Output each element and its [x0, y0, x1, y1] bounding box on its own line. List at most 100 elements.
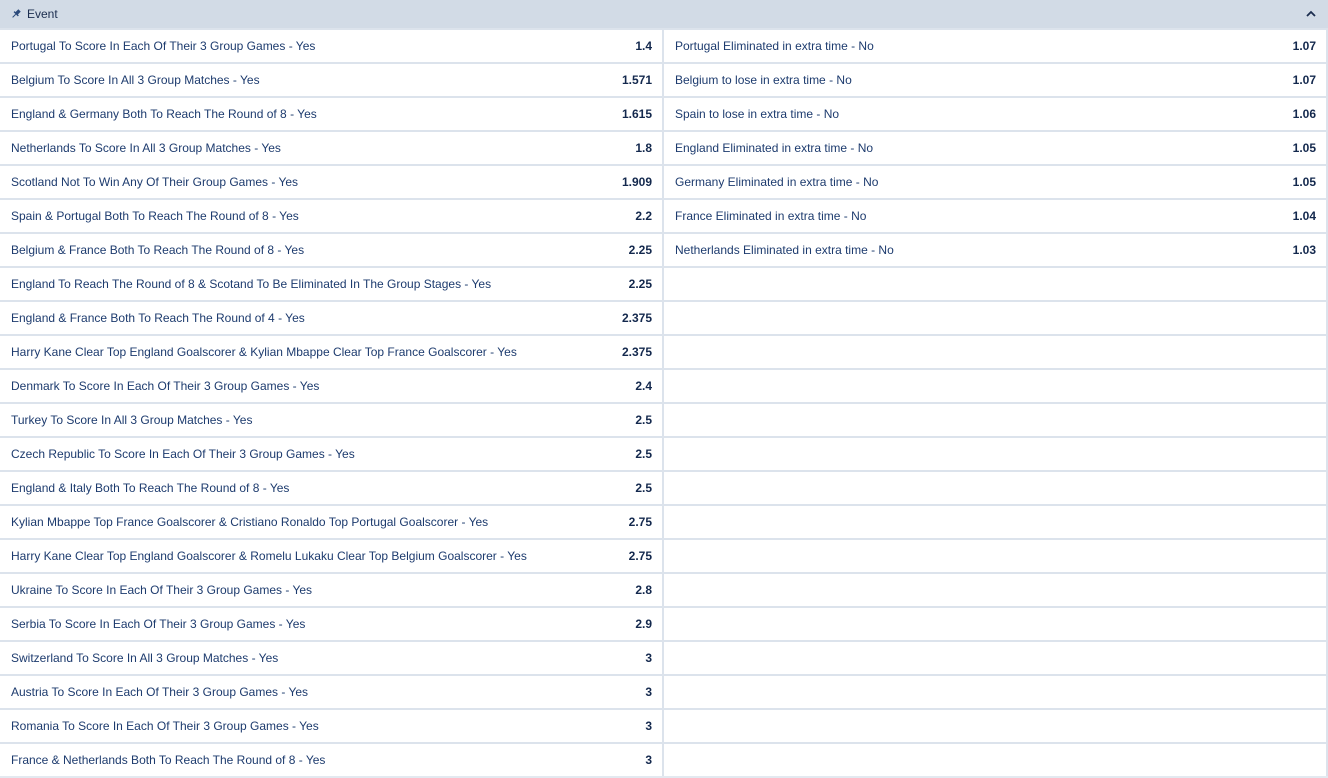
- market-odds[interactable]: 1.05: [1293, 141, 1316, 155]
- market-odds[interactable]: 2.5: [635, 481, 652, 495]
- market-label: England & France Both To Reach The Round…: [11, 311, 305, 325]
- chevron-up-icon[interactable]: [1304, 7, 1318, 21]
- market-row[interactable]: Harry Kane Clear Top England Goalscorer …: [0, 540, 662, 572]
- market-odds[interactable]: 2.75: [629, 549, 652, 563]
- market-odds[interactable]: 1.4: [635, 39, 652, 53]
- market-odds[interactable]: 3: [645, 719, 652, 733]
- market-odds[interactable]: 2.2: [635, 209, 652, 223]
- market-row[interactable]: Serbia To Score In Each Of Their 3 Group…: [0, 608, 662, 640]
- market-row[interactable]: Germany Eliminated in extra time - No 1.0…: [664, 166, 1326, 198]
- market-label: Netherlands Eliminated in extra time - N…: [675, 243, 894, 257]
- market-row[interactable]: Portugal To Score In Each Of Their 3 Gro…: [0, 30, 662, 62]
- event-header[interactable]: Event: [0, 0, 1328, 28]
- market-label: Harry Kane Clear Top England Goalscorer …: [11, 345, 517, 359]
- market-row[interactable]: Spain to lose in extra time - No 1.06: [664, 98, 1326, 130]
- empty-row: [664, 370, 1326, 402]
- empty-row: [664, 608, 1326, 640]
- pin-icon[interactable]: [9, 7, 23, 21]
- market-row[interactable]: Switzerland To Score In All 3 Group Matc…: [0, 642, 662, 674]
- market-row[interactable]: France & Netherlands Both To Reach The R…: [0, 744, 662, 776]
- market-odds[interactable]: 1.571: [622, 73, 652, 87]
- market-odds[interactable]: 1.07: [1293, 73, 1316, 87]
- event-title: Event: [27, 7, 58, 21]
- market-label: England & Italy Both To Reach The Round …: [11, 481, 290, 495]
- empty-row: [664, 574, 1326, 606]
- market-row[interactable]: Netherlands To Score In All 3 Group Matc…: [0, 132, 662, 164]
- market-odds[interactable]: 1.06: [1293, 107, 1316, 121]
- market-odds[interactable]: 1.07: [1293, 39, 1316, 53]
- market-label: Belgium To Score In All 3 Group Matches …: [11, 73, 260, 87]
- market-odds[interactable]: 2.4: [635, 379, 652, 393]
- empty-row: [664, 710, 1326, 742]
- market-odds[interactable]: 2.8: [635, 583, 652, 597]
- market-label: Denmark To Score In Each Of Their 3 Grou…: [11, 379, 320, 393]
- market-label: Belgium to lose in extra time - No: [675, 73, 852, 87]
- market-row[interactable]: France Eliminated in extra time - No 1.04: [664, 200, 1326, 232]
- market-odds[interactable]: 1.04: [1293, 209, 1316, 223]
- market-row[interactable]: Denmark To Score In Each Of Their 3 Grou…: [0, 370, 662, 402]
- market-row[interactable]: Romania To Score In Each Of Their 3 Grou…: [0, 710, 662, 742]
- market-odds[interactable]: 2.5: [635, 413, 652, 427]
- market-row[interactable]: Turkey To Score In All 3 Group Matches -…: [0, 404, 662, 436]
- market-row[interactable]: Portugal Eliminated in extra time - No 1.…: [664, 30, 1326, 62]
- market-label: Portugal To Score In Each Of Their 3 Gro…: [11, 39, 316, 53]
- market-row[interactable]: England & Italy Both To Reach The Round …: [0, 472, 662, 504]
- market-row[interactable]: Austria To Score In Each Of Their 3 Grou…: [0, 676, 662, 708]
- market-label: Austria To Score In Each Of Their 3 Grou…: [11, 685, 309, 699]
- market-odds[interactable]: 2.9: [635, 617, 652, 631]
- market-odds[interactable]: 1.909: [622, 175, 652, 189]
- empty-row: [664, 268, 1326, 300]
- market-odds[interactable]: 1.03: [1293, 243, 1316, 257]
- market-row[interactable]: Belgium to lose in extra time - No 1.07: [664, 64, 1326, 96]
- market-column-right: Portugal Eliminated in extra time - No 1.…: [664, 30, 1326, 778]
- market-label: Germany Eliminated in extra time - No: [675, 175, 879, 189]
- empty-row: [664, 506, 1326, 538]
- market-row[interactable]: England To Reach The Round of 8 & Scotan…: [0, 268, 662, 300]
- market-row[interactable]: Harry Kane Clear Top England Goalscorer …: [0, 336, 662, 368]
- market-odds[interactable]: 2.5: [635, 447, 652, 461]
- market-row[interactable]: Belgium To Score In All 3 Group Matches …: [0, 64, 662, 96]
- market-odds[interactable]: 3: [645, 753, 652, 767]
- empty-row: [664, 404, 1326, 436]
- market-label: Romania To Score In Each Of Their 3 Grou…: [11, 719, 319, 733]
- market-label: France Eliminated in extra time - No: [675, 209, 867, 223]
- market-label: Switzerland To Score In All 3 Group Matc…: [11, 651, 279, 665]
- market-odds[interactable]: 2.375: [622, 345, 652, 359]
- market-odds[interactable]: 2.25: [629, 243, 652, 257]
- market-odds[interactable]: 3: [645, 651, 652, 665]
- market-row[interactable]: England Eliminated in extra time - No 1.0…: [664, 132, 1326, 164]
- market-odds[interactable]: 2.75: [629, 515, 652, 529]
- market-label: England Eliminated in extra time - No: [675, 141, 874, 155]
- market-label: Harry Kane Clear Top England Goalscorer …: [11, 549, 527, 563]
- market-row[interactable]: Netherlands Eliminated in extra time - N…: [664, 234, 1326, 266]
- market-row[interactable]: Belgium & France Both To Reach The Round…: [0, 234, 662, 266]
- market-row[interactable]: Kylian Mbappe Top France Goalscorer & Cr…: [0, 506, 662, 538]
- market-label: Ukraine To Score In Each Of Their 3 Grou…: [11, 583, 313, 597]
- market-column-left: Portugal To Score In Each Of Their 3 Gro…: [0, 30, 662, 778]
- market-label: Turkey To Score In All 3 Group Matches -…: [11, 413, 253, 427]
- market-row[interactable]: England & France Both To Reach The Round…: [0, 302, 662, 334]
- market-label: Kylian Mbappe Top France Goalscorer & Cr…: [11, 515, 489, 529]
- market-odds[interactable]: 2.375: [622, 311, 652, 325]
- market-odds[interactable]: 2.25: [629, 277, 652, 291]
- market-label: France & Netherlands Both To Reach The R…: [11, 753, 326, 767]
- market-row[interactable]: Ukraine To Score In Each Of Their 3 Grou…: [0, 574, 662, 606]
- market-row[interactable]: England & Germany Both To Reach The Roun…: [0, 98, 662, 130]
- empty-row: [664, 336, 1326, 368]
- empty-row: [664, 744, 1326, 776]
- market-odds[interactable]: 1.8: [635, 141, 652, 155]
- market-row[interactable]: Czech Republic To Score In Each Of Their…: [0, 438, 662, 470]
- market-odds[interactable]: 1.05: [1293, 175, 1316, 189]
- market-odds[interactable]: 3: [645, 685, 652, 699]
- market-odds[interactable]: 1.615: [622, 107, 652, 121]
- empty-row: [664, 642, 1326, 674]
- market-row[interactable]: Spain & Portugal Both To Reach The Round…: [0, 200, 662, 232]
- empty-row: [664, 472, 1326, 504]
- empty-row: [664, 540, 1326, 572]
- market-label: Netherlands To Score In All 3 Group Matc…: [11, 141, 281, 155]
- market-label: Spain to lose in extra time - No: [675, 107, 840, 121]
- market-row[interactable]: Scotland Not To Win Any Of Their Group G…: [0, 166, 662, 198]
- market-label: Serbia To Score In Each Of Their 3 Group…: [11, 617, 306, 631]
- empty-row: [664, 302, 1326, 334]
- empty-row: [664, 676, 1326, 708]
